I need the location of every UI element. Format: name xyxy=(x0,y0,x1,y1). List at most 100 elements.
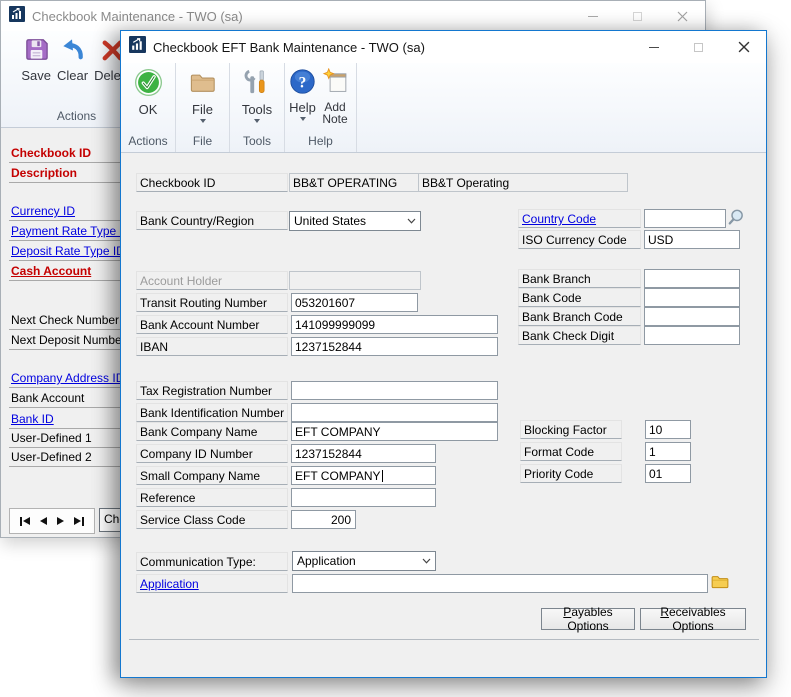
minimize-icon[interactable] xyxy=(631,31,676,63)
svg-text:?: ? xyxy=(299,74,307,91)
bank-branch-code-field[interactable] xyxy=(644,307,740,326)
iso-currency-code-field[interactable]: USD xyxy=(644,230,740,249)
label-bank-country: Bank Country/Region xyxy=(136,211,288,230)
label-company-id-number: Company ID Number xyxy=(136,444,288,463)
text-caret xyxy=(382,470,383,482)
ribbon-group-tools: Tools Tools xyxy=(230,63,285,152)
add-note-button[interactable]: Add Note xyxy=(317,67,353,126)
prompt-cash-account[interactable]: Cash Account xyxy=(9,262,125,281)
label-service-class-code: Service Class Code xyxy=(136,510,288,529)
label-application[interactable]: Application xyxy=(136,574,288,593)
maximize-icon[interactable] xyxy=(615,1,660,31)
communication-type-value: Application xyxy=(297,554,356,568)
label-country-code[interactable]: Country Code xyxy=(518,209,641,228)
label-iban: IBAN xyxy=(136,337,288,356)
prompt-currency-id[interactable]: Currency ID xyxy=(9,202,125,221)
next-record-button[interactable] xyxy=(57,517,64,525)
lookup-icon[interactable] xyxy=(726,208,745,232)
ribbon-group-label: File xyxy=(187,132,218,152)
label-checkbook-id: Checkbook ID xyxy=(136,173,288,192)
bank-code-field[interactable] xyxy=(644,288,740,307)
chevron-down-icon xyxy=(200,119,206,123)
label-format-code: Format Code xyxy=(520,442,622,461)
prompt-company-address-id[interactable]: Company Address ID xyxy=(9,369,125,388)
prompt-deposit-rate-type[interactable]: Deposit Rate Type ID xyxy=(9,242,125,261)
save-button[interactable]: Save xyxy=(18,35,54,82)
help-menu-button[interactable]: ? Help xyxy=(288,67,317,121)
save-label: Save xyxy=(21,69,51,83)
ribbon-group-label: Actions xyxy=(122,132,173,152)
reference-field[interactable] xyxy=(291,488,436,507)
small-company-name-value: EFT COMPANY xyxy=(295,469,381,483)
chevron-down-icon xyxy=(422,558,431,564)
close-icon[interactable] xyxy=(660,1,705,31)
iban-field[interactable]: 1237152844 xyxy=(291,337,498,356)
minimize-icon[interactable] xyxy=(570,1,615,31)
format-code-field[interactable]: 1 xyxy=(645,442,691,461)
communication-type-dropdown[interactable]: Application xyxy=(292,551,436,571)
label-bank-account-number: Bank Account Number xyxy=(136,315,288,334)
clear-icon xyxy=(59,36,86,69)
previous-record-button[interactable] xyxy=(40,517,47,525)
priority-code-field[interactable]: 01 xyxy=(645,464,691,483)
ok-icon xyxy=(134,68,163,103)
prompt-next-check-number: Next Check Number xyxy=(9,311,125,330)
help-label: Help xyxy=(289,101,316,115)
country-code-field[interactable] xyxy=(644,209,726,228)
ribbon-group-help: ? Help Add Note Help xyxy=(285,63,357,152)
payables-options-button[interactable]: Payables Options xyxy=(541,608,635,630)
payables-rest: ayables Options xyxy=(567,605,612,633)
back-titlebar[interactable]: Checkbook Maintenance - TWO (sa) xyxy=(1,1,705,31)
bank-country-value: United States xyxy=(294,214,366,228)
bank-branch-field[interactable] xyxy=(644,269,740,288)
prompt-bank-id[interactable]: Bank ID xyxy=(9,410,125,429)
blocking-factor-field[interactable]: 10 xyxy=(645,420,691,439)
label-account-holder: Account Holder xyxy=(136,271,288,290)
bank-account-number-field[interactable]: 141099999099 xyxy=(291,315,498,334)
record-navigation xyxy=(9,508,95,534)
add-note-icon xyxy=(322,68,349,101)
tax-registration-number-field[interactable] xyxy=(291,381,498,400)
label-tax-registration-number: Tax Registration Number xyxy=(136,381,288,400)
close-icon[interactable] xyxy=(721,31,766,63)
company-id-number-field[interactable]: 1237152844 xyxy=(291,444,436,463)
browse-folder-icon[interactable] xyxy=(711,573,729,596)
receivables-rest: eceivables Options xyxy=(669,605,726,633)
bank-check-digit-field[interactable] xyxy=(644,326,740,345)
clear-button[interactable]: Clear xyxy=(54,35,91,82)
prompt-checkbook-id: Checkbook ID xyxy=(9,144,125,163)
ok-button[interactable]: OK xyxy=(131,67,166,116)
ok-label: OK xyxy=(139,103,158,117)
front-titlebar[interactable]: Checkbook EFT Bank Maintenance - TWO (sa… xyxy=(121,31,766,63)
last-record-button[interactable] xyxy=(74,517,84,526)
front-ribbon: OK Actions File File xyxy=(121,63,766,153)
checkbook-description-field: BB&T Operating xyxy=(418,173,628,192)
transit-routing-number-field[interactable]: 053201607 xyxy=(291,293,418,312)
tools-menu-button[interactable]: Tools xyxy=(239,67,275,123)
bank-company-name-field[interactable]: EFT COMPANY xyxy=(291,422,498,441)
tools-label: Tools xyxy=(242,103,272,117)
label-blocking-factor: Blocking Factor xyxy=(520,420,622,439)
prompt-next-deposit-number: Next Deposit Number xyxy=(9,331,125,350)
file-label: File xyxy=(192,103,213,117)
application-path-field[interactable] xyxy=(292,574,708,593)
service-class-code-field[interactable]: 200 xyxy=(291,510,356,529)
front-window-title: Checkbook EFT Bank Maintenance - TWO (sa… xyxy=(153,40,425,55)
label-transit-routing-number: Transit Routing Number xyxy=(136,293,288,312)
label-small-company-name: Small Company Name xyxy=(136,466,288,485)
bank-country-dropdown[interactable]: United States xyxy=(289,211,421,231)
prompt-payment-rate-type[interactable]: Payment Rate Type ID xyxy=(9,222,125,241)
file-folder-icon xyxy=(188,68,217,103)
checkbook-id-field: BB&T OPERATING xyxy=(289,173,419,192)
app-icon xyxy=(129,36,146,58)
receivables-options-button[interactable]: Receivables Options xyxy=(640,608,746,630)
checkbook-eft-bank-maintenance-window: Checkbook EFT Bank Maintenance - TWO (sa… xyxy=(120,30,767,678)
first-record-button[interactable] xyxy=(20,517,30,526)
footer-divider xyxy=(129,639,759,640)
receivables-key: R xyxy=(660,605,669,619)
maximize-icon[interactable] xyxy=(676,31,721,63)
small-company-name-field[interactable]: EFT COMPANY xyxy=(291,466,436,485)
bank-identification-number-field[interactable] xyxy=(291,403,498,422)
add-note-label: Add Note xyxy=(317,101,353,126)
file-menu-button[interactable]: File xyxy=(185,67,220,123)
